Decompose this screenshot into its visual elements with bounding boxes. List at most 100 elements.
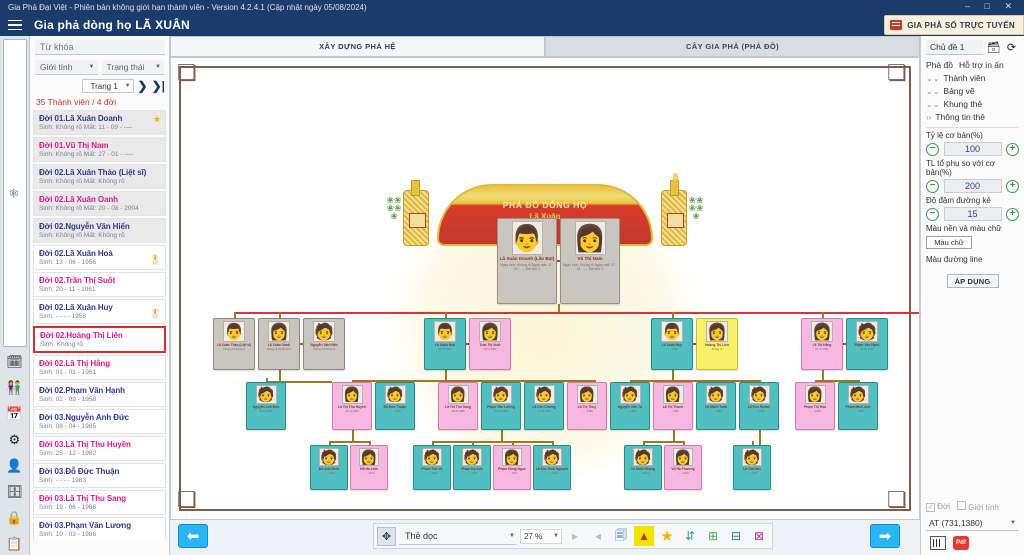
person-card[interactable]: 🧑 Nguyễn Văn Tú - - - -1986 [610,382,650,430]
text-color-button[interactable]: Màu chữ [926,236,972,249]
decrement-button[interactable]: − [926,207,939,221]
decrement-button[interactable]: − [926,142,939,156]
list-item[interactable]: Đời 01.Vũ Thị Nam Sinh: Không rõ Mất: 27 … [33,137,166,162]
increment-button[interactable]: + [1006,207,1019,221]
checkbox-gioi-tinh[interactable]: Giới tính [957,501,999,512]
window-controls[interactable]: – □ ✕ [965,1,1018,12]
zoom-select[interactable]: 27 % ▼ [520,528,562,544]
person-card[interactable]: 👩 Lã Thị Thu Huyền 25-12-1982 [332,382,372,430]
list-item[interactable]: Đời 03.Đỗ Đức Thuận Sinh: - - - - 1983 [33,463,166,488]
tab-cay-gia-pha[interactable]: CÂY GIA PHẢ (PHẢ ĐỒ) [545,36,920,57]
barcode-icon[interactable] [930,536,946,550]
hamburger-icon[interactable] [8,19,22,31]
person-card[interactable]: 👨 Lã Xuân Thảo (Liệt sĩ) Không rõ Không rõ [213,318,255,370]
apply-button[interactable]: ÁP DỤNG [946,274,999,288]
star-icon[interactable]: ★ [657,526,677,546]
list-item[interactable]: Đời 03.Lã Thị Thu Sang Sinh: 19 - 06 - 19… [33,490,166,515]
page-select[interactable]: Trang 1 ▼ [81,79,134,93]
person-card[interactable]: 👩 Hoàng Thị Liên Không rõ [696,318,738,370]
prev-page-button[interactable]: ⬅ [178,524,208,548]
tree-node-bang-ve[interactable]: ⌄⌄ Bảng vẽ [926,86,1019,96]
page-prev-icon[interactable]: ▸ [565,526,585,546]
increment-button[interactable]: + [1006,179,1019,193]
list-item[interactable]: Đời 02.Trần Thị Suốt Sinh: 20 - 11 - 1961 [33,272,166,297]
checkbox-doi[interactable]: ✓ Đời [926,502,950,512]
tree-node-thong-tin-the[interactable]: ›› Thông tin thẻ [926,112,1019,122]
person-card[interactable]: 👩 Vũ Thị Nam Ngày sinh: Không rõ Ngày mất:… [560,218,620,304]
move-cross-icon[interactable]: ✥ [377,526,396,546]
copy-layout-icon[interactable]: 🗐 [611,526,631,546]
topic-select[interactable]: Chủ đề 1 [926,40,983,55]
list-item[interactable]: Đời 02.Nguyễn Văn Hiển Sinh: Không rõ Mất… [33,218,166,243]
calendar-event-icon[interactable]: 🗓 [3,351,27,373]
next-page-button[interactable]: ➡ [870,524,900,548]
next-page-button[interactable]: ❯ [138,80,148,92]
person-card[interactable]: 👩 Lã Thị Thu Sang 19-06-1986 [438,382,478,430]
person-card[interactable]: 🧑 Phạm Minh Anh - - - -1990 [838,382,878,430]
save-theme-icon[interactable]: 🗃 [986,40,1001,55]
person-card[interactable]: 🧑 Nguyễn Văn Hiển Không rõ Không rõ [303,318,345,370]
list-item[interactable]: Đời 02.Lã Xuân Thảo (Liệt sĩ) Sinh: Không… [33,164,166,189]
list-item[interactable]: Đời 02.Lã Xuân Hoà Sinh: 13 - 06 - 1956 🎖 [33,245,166,270]
person-card[interactable]: 🧑 Lã Kim Khôi Nguyên - - - -2019 [533,445,571,490]
increment-button[interactable]: + [1006,142,1019,156]
person-card[interactable]: 👩 Phạm Hồng Ngọc - - - -2017 [493,445,531,490]
person-card[interactable]: 🧑 Nguyễn Anh Đức 08-04-1985 [246,382,286,430]
person-card[interactable]: 🧑 Vũ Minh Khang - - - -2014 [624,445,662,490]
person-card[interactable]: 🧑 Phạm Thế Vũ - - - -2012 [413,445,451,490]
align-center-icon[interactable]: ⇵ [680,526,700,546]
tree-horizontal-icon[interactable]: ⊞ [703,526,723,546]
person-card[interactable]: 🧑 Phạm Kỳ Anh - - - -2015 [453,445,491,490]
person-card[interactable]: 👩 Phạm Thị Hoa - - - -1984 [795,382,835,430]
refresh-icon[interactable]: ⟳ [1004,40,1019,55]
search-input[interactable] [35,40,165,55]
line-weight-value[interactable]: 15 [943,207,1002,221]
person-card[interactable]: 👩 Lã Thị Thanh - - - -1990 [653,382,693,430]
person-card[interactable]: 🧑 Lã Gia Hân - - - -2016 [733,445,771,490]
person-card[interactable]: 🧑 Lã Kim Khánh - - - -1992 [739,382,779,430]
view-mode-select[interactable]: Thẻ dọc ▼ [399,528,517,545]
person-card[interactable]: 🧑 Vũ Mạnh Tuấn - - - -1989 [696,382,736,430]
tree-vertical-icon[interactable]: ⊟ [726,526,746,546]
close-icon[interactable]: ✕ [1004,1,1018,12]
tree-node-khung-the[interactable]: ⌄⌄ Khung thẻ [926,99,1019,109]
last-page-button[interactable]: ❯| [152,80,165,92]
list-item[interactable]: Đời 02.Lã Xuân Oanh Sinh: Không rõ Mất: 2… [33,191,166,216]
list-item[interactable]: Đời 03.Lã Thị Thu Huyền Sinh: 25 - 12 - 1… [33,436,166,461]
person-card[interactable]: 🧑 Phạm Văn Hạnh 02-09-1958 [846,318,888,370]
list-item[interactable]: Đời 02.Phạm Văn Hạnh Sinh: 02 - 09 - 1958 [33,382,166,407]
tree-node-thanh-vien[interactable]: ⌄⌄ Thành viên [926,73,1019,83]
person-card[interactable]: 👩 Vũ Hà Phương - - - -2018 [664,445,702,490]
page-next-icon[interactable]: ◂ [588,526,608,546]
person-card[interactable]: 🧑 Đỗ Anh Minh - - - -2010 [310,445,348,490]
person-card[interactable]: 🧑 Đỗ Đức Thuận - - - -1983 [375,382,415,430]
person-card[interactable]: 👩 Lã Thị Thuý - - - -1988 [567,382,607,430]
maximize-icon[interactable]: □ [985,1,996,11]
list-item[interactable]: Đời 03.Phạm Văn Lương Sinh: 10 - 03 - 198… [33,517,166,540]
highlight-icon[interactable]: ▲ [634,526,654,546]
tree-compact-icon[interactable]: ⊠ [749,526,769,546]
database-history-icon[interactable]: 🗄 [3,481,27,503]
person-card[interactable]: 👩 Đỗ Hà Linh - - - -2013 [350,445,388,490]
member-list[interactable]: Đời 01.Lã Xuân Doanh Sinh: Không rõ Mất: … [30,110,169,540]
list-item[interactable]: Đời 02.Lã Thị Hằng Sinh: 01 - 01 - 1961 [33,355,166,380]
gender-filter-select[interactable]: Giới tính ▼ [35,60,98,75]
tree-canvas[interactable]: ❏ ❏ ❏ ❏ ❀❀ ❀❀ ❀ ❀❀ ❀❀ ❀ PHẢ ĐỒ DÒNG HỌ Lã Xu… [170,57,920,520]
status-filter-select[interactable]: Trạng thái ▼ [101,60,164,75]
person-card[interactable]: 🧑 Phạm Văn Lương 10-03-1986 [481,382,521,430]
gear-sync-icon[interactable]: ⚙ [3,429,27,451]
online-genealogy-button[interactable]: GIA PHẢ SỐ TRỰC TUYẾN [884,15,1024,35]
person-card[interactable]: 👨 Lã Xuân Hoà 13-06-1956 [424,318,466,370]
person-card[interactable]: 👩 Trần Thị Suốt 20-11-1961 [469,318,511,370]
list-item[interactable]: Đời 02.Hoàng Thị Liên Sinh: Không rõ [33,326,166,353]
tab-xay-dung-pha-he[interactable]: XÂY DỰNG PHẢ HỆ [170,36,545,57]
decrement-button[interactable]: − [926,179,939,193]
lock-backup-icon[interactable]: 🔒 [3,507,27,529]
person-card[interactable]: 👩 Lã Thị Hằng 01-01-1961 [801,318,843,370]
person-card[interactable]: 👨 Lã Xuân Huy - - - -1958 [651,318,693,370]
family-network-icon[interactable]: 🕸 [2,39,27,347]
document-help-icon[interactable]: 📋 [3,533,27,555]
two-people-icon[interactable]: 👫 [3,377,27,399]
sub-ratio-value[interactable]: 200 [943,179,1002,193]
person-card[interactable]: 👨 Lã Xuân Doanh (Lão Bạt) Ngày sinh: Không… [497,218,557,304]
